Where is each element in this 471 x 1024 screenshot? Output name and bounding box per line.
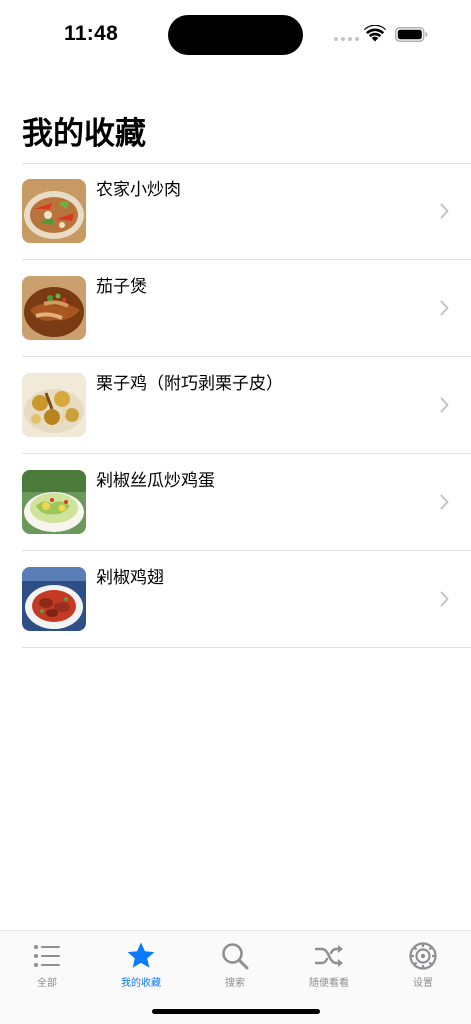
dish-title: 栗子鸡（附巧剥栗子皮） — [96, 374, 283, 394]
tab-random[interactable]: 随便看看 — [282, 941, 376, 989]
dish-title: 农家小炒肉 — [96, 180, 181, 200]
dish-thumbnail — [22, 179, 86, 243]
search-icon — [222, 943, 249, 970]
cellular-signal-icon — [334, 37, 359, 41]
dish-thumbnail — [22, 373, 86, 437]
list-icon — [34, 945, 60, 967]
chevron-right-icon — [440, 494, 449, 510]
star-icon — [127, 942, 155, 968]
list-item[interactable]: 剁椒鸡翅 — [22, 551, 471, 648]
tab-label: 我的收藏 — [121, 978, 161, 989]
list-item[interactable]: 剁椒丝瓜炒鸡蛋 — [22, 454, 471, 551]
list-item[interactable]: 栗子鸡（附巧剥栗子皮） — [22, 357, 471, 454]
home-indicator[interactable] — [152, 1009, 320, 1014]
chevron-right-icon — [440, 203, 449, 219]
chevron-right-icon — [440, 300, 449, 316]
tab-settings[interactable]: 设置 — [376, 941, 470, 989]
shuffle-icon — [314, 945, 343, 967]
dish-title: 茄子煲 — [96, 277, 147, 297]
tab-favorites[interactable]: 我的收藏 — [94, 941, 188, 989]
gear-icon — [409, 942, 437, 970]
tab-label: 随便看看 — [309, 978, 349, 989]
battery-icon — [395, 27, 428, 42]
dish-title: 剁椒丝瓜炒鸡蛋 — [96, 471, 215, 491]
status-time: 11:48 — [64, 22, 119, 45]
favorites-list: 农家小炒肉 茄子煲 栗子鸡（附巧剥栗子皮） 剁椒丝瓜炒鸡蛋 剁椒鸡翅 — [0, 163, 471, 648]
tab-label: 设置 — [413, 978, 433, 989]
page-title: 我的收藏 — [22, 116, 146, 152]
chevron-right-icon — [440, 397, 449, 413]
dynamic-island — [168, 15, 303, 55]
tab-label: 搜索 — [225, 978, 245, 989]
tab-search[interactable]: 搜索 — [188, 941, 282, 989]
tab-all[interactable]: 全部 — [0, 941, 94, 989]
status-bar: 11:48 — [0, 0, 471, 70]
dish-title: 剁椒鸡翅 — [96, 568, 164, 588]
dish-thumbnail — [22, 470, 86, 534]
list-item[interactable]: 茄子煲 — [22, 260, 471, 357]
dish-thumbnail — [22, 276, 86, 340]
dish-thumbnail — [22, 567, 86, 631]
chevron-right-icon — [440, 591, 449, 607]
list-item[interactable]: 农家小炒肉 — [22, 163, 471, 260]
wifi-icon — [364, 25, 386, 42]
favorites-screen: 11:48 我的收藏 农家小炒肉 茄子煲 栗子鸡（附巧剥栗子皮） 剁椒丝瓜炒鸡蛋… — [0, 0, 471, 1024]
tab-label: 全部 — [37, 978, 57, 989]
